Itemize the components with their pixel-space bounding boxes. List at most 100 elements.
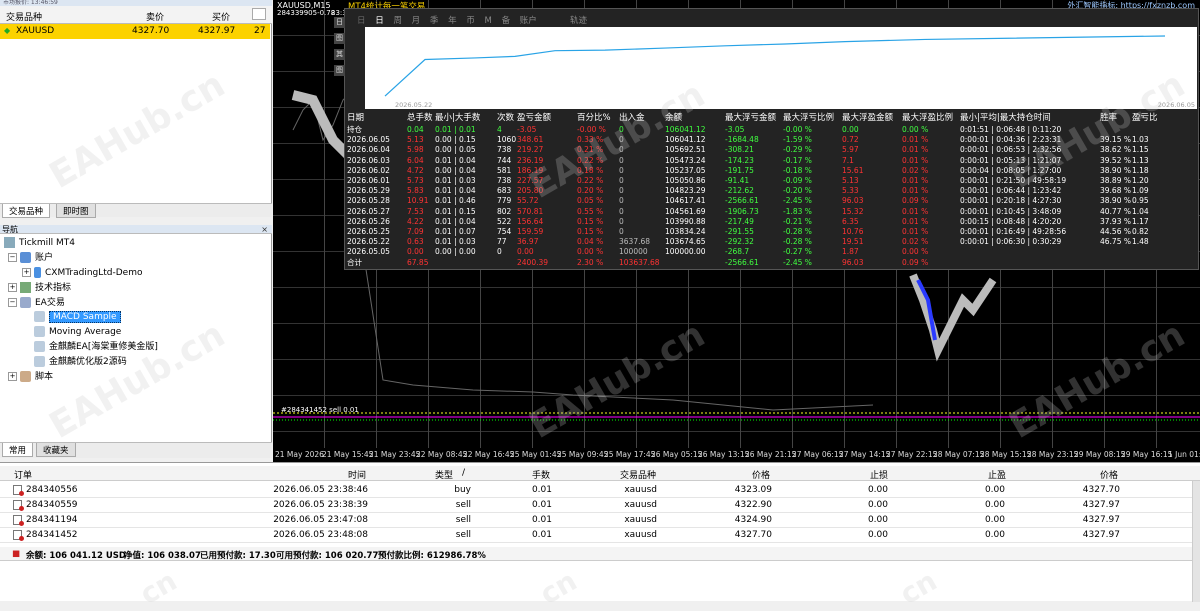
stats-cell: 205.80 — [517, 186, 544, 196]
stats-col-header: 总手数 — [407, 113, 433, 123]
tab-account[interactable]: 账户 — [520, 16, 537, 26]
time-tick: 28 May 07:15 — [933, 450, 985, 459]
order-row[interactable]: 284340556 2026.06.05 23:38:46 buy 0.01 xauus… — [0, 483, 1200, 498]
col-time[interactable]: 时间 — [348, 468, 366, 481]
tree-ea-jinqilin[interactable]: 金麒麟EA[海棠重修美金版] — [34, 340, 158, 354]
side-button-3[interactable]: 其 — [334, 49, 345, 60]
tab-note[interactable]: 备 — [502, 16, 511, 26]
col-price[interactable]: 价格 — [752, 468, 770, 481]
stats-cell: 0.01 % — [902, 227, 929, 236]
tab-tick-chart[interactable]: 即时图 — [56, 204, 96, 218]
stats-cell: 0.09 % — [902, 257, 929, 267]
stats-cell: 0.95 — [1132, 196, 1149, 206]
expand-icon[interactable]: + — [8, 372, 17, 381]
symbol-row-xauusd[interactable]: ◆ XAUUSD 4327.70 4327.97 27 — [0, 24, 270, 39]
terminal-scrollbar[interactable] — [1192, 481, 1200, 602]
order-cell: 0.01 — [531, 515, 552, 525]
col-sl[interactable]: 止损 — [870, 468, 888, 481]
navigator-close-icon[interactable]: × — [261, 225, 268, 234]
stats-cell: 0.00 — [842, 125, 859, 134]
col-lots[interactable]: 手数 — [532, 468, 550, 481]
stats-cell: 67.85 — [407, 257, 429, 267]
stats-cell: 0.01 | 0.15 — [435, 206, 476, 216]
collapse-icon[interactable]: − — [8, 253, 17, 262]
stats-cell: 522 — [497, 216, 512, 226]
stats-cell: 105692.51 — [665, 145, 706, 155]
stats-cell: -0.28 % — [783, 237, 812, 247]
tree-account-demo[interactable]: + CXMTradingLtd-Demo — [22, 266, 142, 280]
stats-cell: 0:00:01 | 0:10:45 | 3:48:09 — [960, 206, 1062, 216]
tree-ea-macd[interactable]: MACD Sample — [34, 310, 121, 324]
close-icon[interactable] — [252, 8, 266, 20]
navigator-title: 导航 — [0, 225, 272, 234]
equity-sparkline: 2026.05.22 2026.06.05 — [365, 27, 1197, 109]
tab-year[interactable]: 年 — [448, 16, 457, 26]
side-button-4[interactable]: 图 — [334, 65, 345, 76]
collapse-icon[interactable]: − — [8, 298, 17, 307]
stats-cell: 0.20 % — [577, 186, 604, 196]
stats-cell: 1.17 — [1132, 216, 1149, 226]
col-bid[interactable]: 卖价 — [146, 10, 164, 23]
market-watch-tabs: 交易品种 即时图 — [0, 203, 272, 218]
stats-col-header: 盈亏金额 — [517, 113, 552, 123]
watermark-small: cn — [534, 564, 583, 611]
col-price-current[interactable]: 价格 — [1100, 468, 1118, 481]
expand-icon[interactable]: + — [8, 283, 17, 292]
time-tick: 25 May 09:45 — [557, 450, 609, 459]
time-tick: 22 May 16:45 — [463, 450, 515, 459]
order-row[interactable]: 284341452 2026.06.05 23:48:08 sell 0.01 xauu… — [0, 528, 1200, 543]
stats-cell: -0.17 % — [783, 155, 812, 165]
stats-cell: 227.57 — [517, 176, 544, 185]
tab-day[interactable]: 日 — [375, 16, 384, 26]
stats-cell: 7.1 — [842, 155, 854, 165]
tab-prefix[interactable]: 日 — [357, 16, 366, 26]
tab-quarter[interactable]: 季 — [430, 16, 439, 26]
tree-tickmill[interactable]: Tickmill MT4 — [4, 236, 75, 250]
tree-ea-moving-average[interactable]: Moving Average — [34, 325, 121, 339]
tab-symbols[interactable]: 交易品种 — [2, 204, 51, 218]
expand-icon[interactable]: + — [22, 268, 31, 277]
stats-cell: 6.35 — [842, 216, 859, 226]
order-icon — [13, 515, 24, 526]
stats-cell: -2.45 % — [783, 257, 812, 267]
stats-cell: 0.02 % — [902, 237, 929, 247]
order-cell: 4327.97 — [1082, 500, 1120, 510]
trail-tab[interactable]: 轨迹 — [570, 14, 587, 26]
tab-month[interactable]: 月 — [412, 16, 421, 26]
order-cell: xauusd — [624, 530, 657, 540]
stats-cell: 2026.05.26 — [347, 216, 390, 226]
tab-favorites[interactable]: 收藏夹 — [36, 443, 76, 457]
tab-m[interactable]: M — [485, 16, 492, 26]
tab-week[interactable]: 周 — [393, 16, 402, 26]
tree-expert-advisors[interactable]: − EA交易 — [8, 296, 65, 310]
stats-row: 2026.06.03 6.04 0.01 | 0.04 744 236.19 0.22 %… — [347, 156, 1197, 166]
col-tp[interactable]: 止盈 — [988, 468, 1006, 481]
stats-cell: 738 — [497, 176, 512, 185]
stats-cell: 7.53 — [407, 206, 424, 216]
stats-col-header: 最大浮亏金额 — [725, 113, 777, 123]
col-symbol[interactable]: 交易品种 — [6, 10, 42, 23]
tree-scripts[interactable]: + 脚本 — [8, 370, 53, 384]
stats-cell: 0 — [619, 227, 624, 236]
side-button-1[interactable]: 日 — [334, 17, 345, 28]
col-ask[interactable]: 买价 — [212, 10, 230, 23]
time-tick: 21 May 15:45 — [322, 450, 374, 459]
stats-cell: 105473.24 — [665, 155, 706, 165]
stats-cell: 0:00:01 | 0:06:53 | 2:32:56 — [960, 145, 1062, 155]
tree-ea-jinqilin-v2[interactable]: 金麒麟优化版2源码 — [34, 355, 127, 369]
tree-indicators[interactable]: + 技术指标 — [8, 281, 71, 295]
order-icon — [13, 500, 24, 511]
tab-currency[interactable]: 币 — [466, 16, 475, 26]
order-cell: 4324.90 — [734, 515, 772, 525]
stats-cell: 0.05 % — [577, 196, 604, 206]
side-button-2[interactable]: 图 — [334, 33, 345, 44]
order-row[interactable]: 284341194 2026.06.05 23:47:08 sell 0.01 xauu… — [0, 513, 1200, 528]
tab-common[interactable]: 常用 — [2, 443, 34, 457]
col-order[interactable]: 订单 — [14, 468, 32, 481]
order-cell: 0.00 — [984, 530, 1005, 540]
tree-accounts[interactable]: − 账户 — [8, 251, 53, 265]
col-symbol[interactable]: 交易品种 — [620, 468, 656, 481]
order-row[interactable]: 284340559 2026.06.05 23:38:39 sell 0.01 xauu… — [0, 498, 1200, 513]
period-tabs: 日 日 周 月 季 年 币 M 备 账户 — [357, 14, 544, 26]
col-type[interactable]: 类型 — [435, 468, 453, 481]
